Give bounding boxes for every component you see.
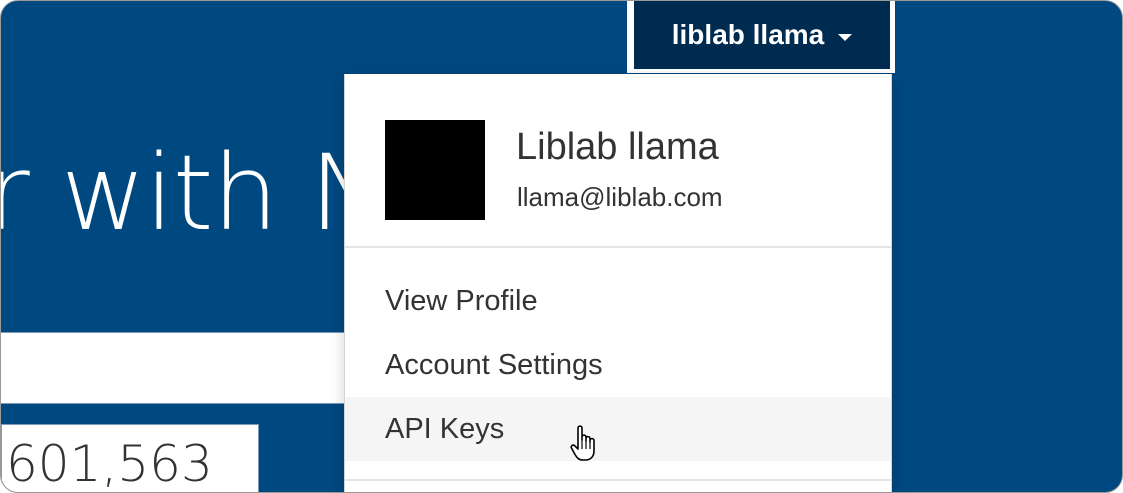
hand-pointer-cursor-icon bbox=[570, 425, 595, 461]
user-dropdown-menu: Liblab llama llama@liblab.com View Profi… bbox=[344, 74, 892, 492]
user-menu-toggle-label: liblab llama bbox=[671, 19, 825, 50]
avatar bbox=[385, 120, 485, 220]
profile-name: Liblab llama bbox=[516, 126, 719, 168]
user-menu-toggle-button[interactable]: liblab llama bbox=[634, 1, 890, 69]
profile-email: llama@liblab.com bbox=[517, 182, 723, 212]
stat-counter-value: 601,563 bbox=[6, 435, 213, 493]
menu-item-account-settings[interactable]: Account Settings bbox=[345, 333, 891, 397]
profile-header: Liblab llama llama@liblab.com bbox=[345, 74, 891, 248]
menu-divider bbox=[345, 479, 891, 481]
menu-item-api-keys[interactable]: API Keys bbox=[345, 397, 891, 461]
app-window: r with Nu 601,563 liblab llama Liblab ll… bbox=[0, 0, 1123, 493]
caret-down-icon bbox=[838, 33, 853, 41]
stat-counter-box: 601,563 bbox=[1, 424, 259, 493]
search-bar[interactable] bbox=[1, 332, 361, 404]
user-menu-toggle[interactable]: liblab llama bbox=[627, 1, 895, 73]
menu-item-view-profile[interactable]: View Profile bbox=[345, 269, 891, 333]
